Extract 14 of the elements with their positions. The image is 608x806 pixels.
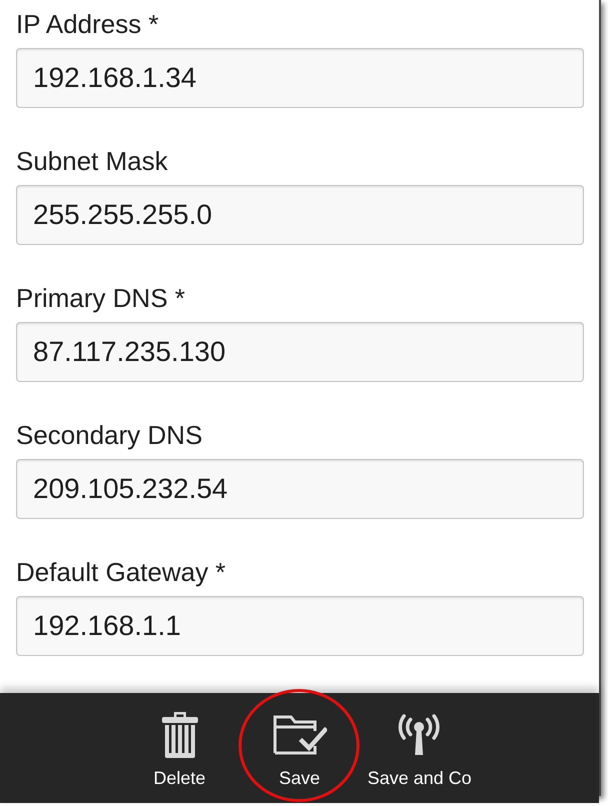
trash-icon <box>162 712 198 758</box>
field-label: IP Address * <box>16 8 159 40</box>
input-field[interactable]: 255.255.255.0 <box>16 185 584 245</box>
input-field[interactable]: 87.117.235.130 <box>16 322 584 382</box>
folder-check-icon <box>272 715 326 755</box>
field-label: Subnet Mask <box>16 145 168 177</box>
input-field[interactable]: 192.168.1.34 <box>16 48 584 108</box>
input-field[interactable]: 209.105.232.54 <box>16 459 584 519</box>
field-label: Primary DNS * <box>16 282 186 314</box>
save-and-connect-button[interactable]: Save and Co <box>367 711 472 789</box>
input-field[interactable]: 192.168.1.1 <box>16 596 584 656</box>
delete-button[interactable]: Delete <box>153 711 206 789</box>
field-label: Default Gateway * <box>16 556 226 588</box>
field-label: Secondary DNS <box>16 419 202 451</box>
